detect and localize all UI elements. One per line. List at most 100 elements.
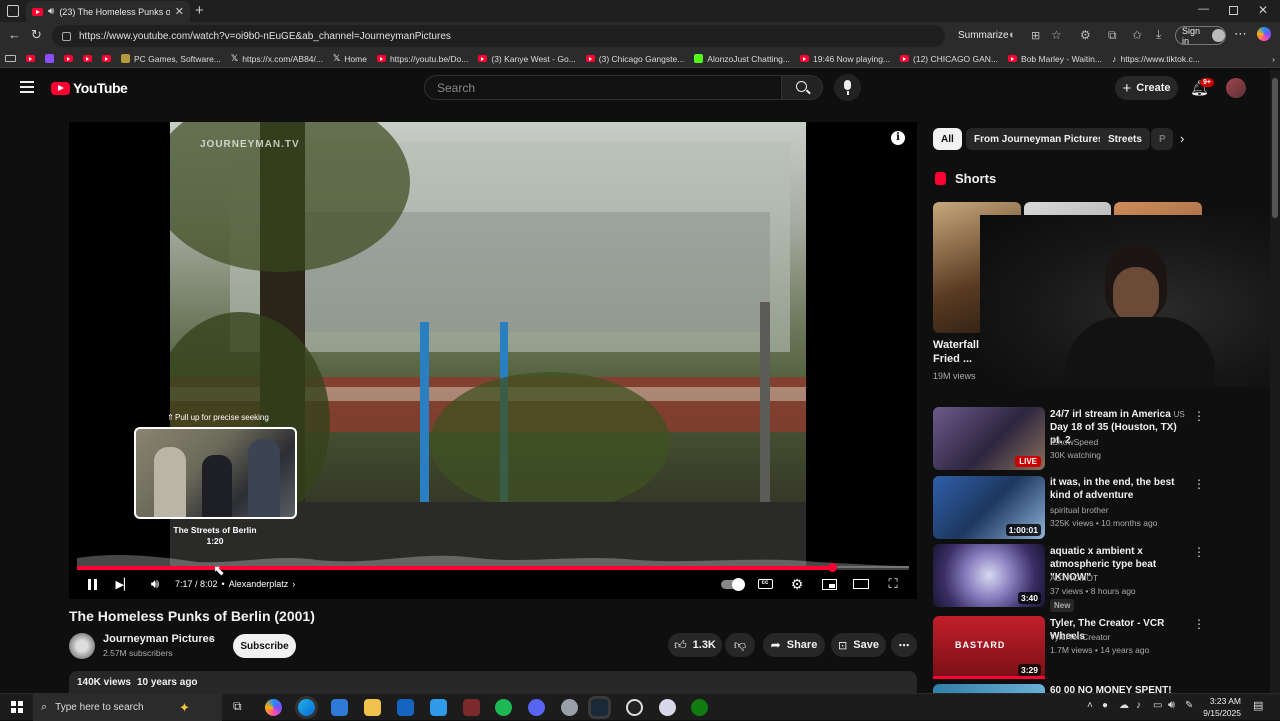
recommendation-thumbnail[interactable]: 3:40 <box>933 544 1045 607</box>
search-button[interactable] <box>781 75 823 100</box>
fullscreen-button[interactable]: ⛶ <box>885 573 901 595</box>
xbox-icon[interactable] <box>691 699 708 716</box>
progress-handle[interactable] <box>828 563 838 572</box>
downloads-icon[interactable]: ⤓ <box>1156 27 1161 42</box>
chips-next-icon[interactable]: › <box>1180 131 1184 146</box>
recommendation-menu-icon[interactable]: ⋮ <box>1193 546 1205 558</box>
outlook-icon[interactable] <box>397 699 414 716</box>
summarize-button[interactable]: Summarize <box>958 30 1009 41</box>
new-tab-icon[interactable]: + <box>195 2 204 19</box>
description-box[interactable]: 140K views 10 years ago <box>69 671 917 693</box>
bookmark-x[interactable]: 𝕏https://x.com/AB84/... <box>226 53 328 64</box>
channel-avatar[interactable] <box>69 633 95 659</box>
file-explorer-icon[interactable] <box>364 699 381 716</box>
copilot-taskbar-icon[interactable] <box>265 699 282 716</box>
pause-button[interactable] <box>85 573 99 595</box>
page-scrollbar[interactable] <box>1270 70 1280 693</box>
bookmark-youtube[interactable] <box>21 55 40 62</box>
cloud-icon[interactable]: ☁ <box>1119 700 1129 711</box>
notification-center-icon[interactable]: ▤ <box>1253 699 1263 712</box>
address-bar[interactable]: https://www.youtube.com/watch?v=oi9b0-nE… <box>52 25 945 47</box>
bookmark-now-playing[interactable]: 19:46 Now playing... <box>795 54 895 64</box>
bookmark-pc-games[interactable]: PC Games, Software... <box>116 54 226 64</box>
game-app-icon[interactable] <box>463 699 480 716</box>
pen-icon[interactable]: ✎ <box>1185 700 1193 711</box>
voice-search-button[interactable] <box>834 74 861 101</box>
chapter-title[interactable]: Alexanderplatz <box>229 579 289 589</box>
clock-time[interactable]: 3:23 AM <box>1201 696 1241 706</box>
progress-bar[interactable] <box>77 563 909 572</box>
copilot-icon[interactable] <box>1257 27 1271 41</box>
more-actions-button[interactable]: ⋯ <box>891 633 917 657</box>
task-view-icon[interactable]: ⧉ <box>233 699 242 714</box>
channel-name[interactable]: Journeyman Pictures <box>103 633 215 645</box>
recommendation-thumbnail[interactable] <box>933 684 1045 693</box>
scrollbar-thumb[interactable] <box>1272 78 1278 218</box>
recommendation-menu-icon[interactable]: ⋮ <box>1193 478 1205 490</box>
back-icon[interactable]: ← <box>8 27 21 42</box>
sign-in-button[interactable]: Sign in <box>1175 26 1226 46</box>
chip-all[interactable]: All <box>933 128 962 150</box>
obs-icon[interactable] <box>626 699 643 716</box>
autoplay-toggle[interactable] <box>721 573 745 595</box>
recommendation-channel[interactable]: TylerTehCreator <box>1050 632 1110 642</box>
browser-tab-active[interactable]: 🔊︎ (23) The Homeless Punks of ✕ <box>26 1 190 22</box>
bookmark-folder-icon[interactable] <box>0 55 21 62</box>
close-window-icon[interactable]: ✕ <box>1258 3 1268 17</box>
recommendation-menu-icon[interactable]: ⋮ <box>1193 410 1205 422</box>
create-button[interactable]: + Create <box>1115 76 1178 100</box>
subscribe-button[interactable]: Subscribe <box>233 634 296 658</box>
chip-more[interactable]: P <box>1151 128 1173 150</box>
bookmarks-overflow-icon[interactable]: › <box>1267 54 1280 64</box>
apps-icon[interactable]: ⊞ <box>1031 29 1040 42</box>
bookmark-x-home[interactable]: 𝕏 Home <box>328 53 372 64</box>
recommendation-channel[interactable]: ASTROMOT <box>1050 573 1098 583</box>
extensions-icon[interactable]: ⚙ <box>1080 28 1091 42</box>
tab-actions-icon[interactable] <box>7 5 19 17</box>
recommendation-thumbnail[interactable]: BASTARD 3:29 <box>933 616 1045 679</box>
split-screen-icon[interactable]: ⧉ <box>1108 28 1117 43</box>
recommendation-menu-icon[interactable]: ⋮ <box>1193 618 1205 630</box>
share-button[interactable]: ➦ Share <box>763 633 825 657</box>
more-options-icon[interactable]: ⋯ <box>1234 26 1247 42</box>
recommendation-thumbnail[interactable]: LIVE <box>933 407 1045 470</box>
bookmark-youtube-link[interactable]: https://youtu.be/Do... <box>372 54 473 64</box>
microphone-tray-icon[interactable]: ♪ <box>1136 700 1141 711</box>
bookmark-youtube[interactable] <box>97 55 116 62</box>
account-avatar[interactable] <box>1226 78 1246 98</box>
chapter-chevron-icon[interactable]: › <box>292 579 295 589</box>
hamburger-menu-icon[interactable] <box>20 81 34 93</box>
favorites-icon[interactable]: ✩ <box>1132 28 1142 42</box>
bookmark-chicago-gangste[interactable]: (3) Chicago Gangste... <box>581 54 690 64</box>
windows-start-icon[interactable] <box>11 701 23 713</box>
bookmark-chicago-gan[interactable]: (12) CHICAGO GAN... <box>895 54 1003 64</box>
recommendation-title[interactable]: 60 00 NO MONEY SPENT! <box>1050 684 1188 693</box>
discord-icon[interactable] <box>528 699 545 716</box>
refresh-icon[interactable]: ↻ <box>31 27 42 43</box>
recommendation-channel[interactable]: spiritual brother <box>1050 505 1109 515</box>
recommendation-title[interactable]: it was, in the end, the best kind of adv… <box>1050 476 1188 502</box>
bookmark-kanye[interactable]: (3) Kanye West - Go... <box>473 54 580 64</box>
vpn-icon[interactable] <box>561 699 578 716</box>
bookmark-tiktok[interactable]: ♪ https://www.tiktok.c... <box>1107 54 1205 64</box>
clock-date[interactable]: 9/15/2025 <box>1197 708 1241 718</box>
video-player[interactable]: JOURNEYMAN.TV i ⇑ Pull up for precise se… <box>69 122 917 599</box>
settings-button[interactable]: ⚙ <box>789 573 805 595</box>
network-icon[interactable]: ▭ <box>1153 700 1162 711</box>
theater-mode-button[interactable] <box>853 573 869 595</box>
recommendation-thumbnail[interactable]: 1:00:01 <box>933 476 1045 539</box>
short-title[interactable]: Waterfall <box>933 339 979 351</box>
youtube-logo[interactable]: YouTube <box>51 80 128 96</box>
chip-streets[interactable]: Streets <box>1100 128 1150 150</box>
store-icon[interactable] <box>331 699 348 716</box>
edge-browser-icon[interactable] <box>298 699 315 716</box>
bookmark-youtube[interactable] <box>59 55 78 62</box>
recommendation-channel[interactable]: IShowSpeed <box>1050 437 1098 447</box>
volume-button[interactable]: 🔊︎ <box>147 573 163 595</box>
photos-icon[interactable] <box>430 699 447 716</box>
bookmark-youtube[interactable] <box>78 55 97 62</box>
like-button[interactable]: 👍︎ 1.3K <box>668 633 722 657</box>
bookmark-purple-app[interactable] <box>40 54 59 63</box>
volume-tray-icon[interactable]: 🔊︎ <box>1168 699 1175 712</box>
dislike-button[interactable]: 👎︎ <box>725 633 755 657</box>
